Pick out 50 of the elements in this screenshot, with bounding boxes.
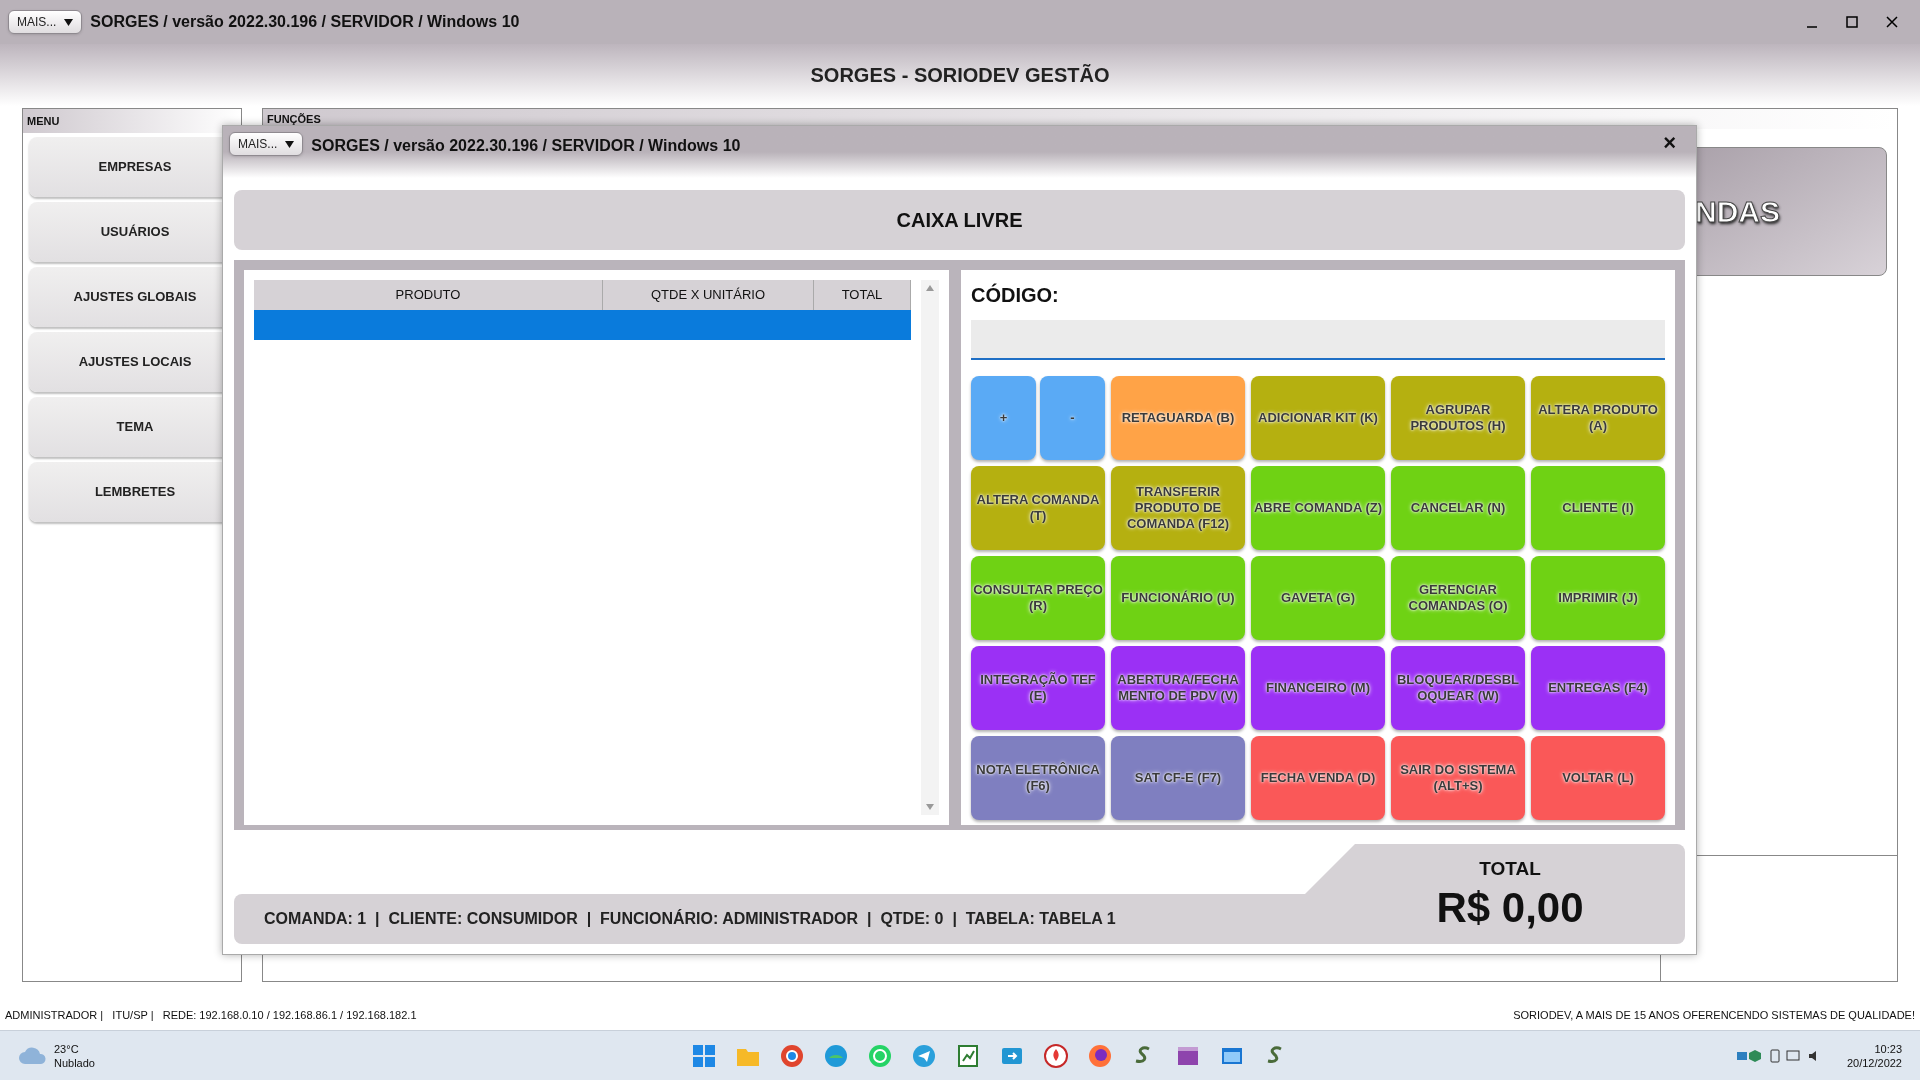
- more-dropdown-button[interactable]: MAIS...: [8, 10, 83, 34]
- scroll-up-icon[interactable]: [925, 284, 935, 292]
- action-button[interactable]: CLIENTE (I): [1531, 466, 1665, 550]
- action-button[interactable]: VOLTAR (L): [1531, 736, 1665, 820]
- action-button[interactable]: GAVETA (G): [1251, 556, 1385, 640]
- total-value: R$ 0,00: [1436, 883, 1584, 934]
- maximize-icon[interactable]: [1846, 16, 1858, 28]
- paper-plane-icon[interactable]: [911, 1042, 937, 1069]
- caret-down-icon: [64, 18, 74, 26]
- code-input-field[interactable]: [971, 320, 1665, 360]
- function-card-label: NDAS: [1695, 194, 1780, 230]
- status-text: ADMINISTRADOR | ITU/SP | REDE: 192.168.0.10 / 192.168.86.1 / 192.168.182.1: [5, 1007, 417, 1023]
- clock-date: 20/12/2022: [1846, 1055, 1902, 1070]
- cloud-icon: [18, 1045, 46, 1066]
- action-button[interactable]: +: [971, 376, 1036, 460]
- app-title: SORGES - SORIODEV GESTÃO: [810, 63, 1110, 88]
- status-heading: CAIXA LIVRE: [896, 208, 1023, 233]
- action-button[interactable]: ADICIONAR KIT (K): [1251, 376, 1385, 460]
- action-button[interactable]: RETAGUARDA (B): [1111, 376, 1245, 460]
- temperature-text: 23°C: [54, 1041, 80, 1056]
- close-icon[interactable]: [1886, 16, 1898, 28]
- action-button[interactable]: CONSULTAR PREÇO (R): [971, 556, 1105, 640]
- window-title: SORGES / versão 2022.30.196 / SERVIDOR / Windows 10: [90, 12, 520, 32]
- action-button[interactable]: CANCELAR (N): [1391, 466, 1525, 550]
- action-button[interactable]: FECHA VENDA (D): [1251, 736, 1385, 820]
- action-button[interactable]: GERENCIAR COMANDAS (O): [1391, 556, 1525, 640]
- slogan-text: SORIODEV, A MAIS DE 15 ANOS OFERENCENDO SISTEMAS DE QUALIDADE!: [1513, 1007, 1915, 1023]
- action-button[interactable]: ABRE COMANDA (Z): [1251, 466, 1385, 550]
- action-button[interactable]: TRANSFERIR PRODUTO DE COMANDA (F12): [1111, 466, 1245, 550]
- action-button[interactable]: SAT CF-E (F7): [1111, 736, 1245, 820]
- spreadsheet-icon[interactable]: [955, 1042, 981, 1069]
- action-button[interactable]: IMPRIMIR (J): [1531, 556, 1665, 640]
- action-button[interactable]: AGRUPAR PRODUTOS (H): [1391, 376, 1525, 460]
- action-button[interactable]: NOTA ELETRÔNICA (F6): [971, 736, 1105, 820]
- action-button[interactable]: SAIR DO SISTEMA (ALT+S): [1391, 736, 1525, 820]
- code-label: CÓDIGO:: [971, 282, 1060, 308]
- start-icon[interactable]: [691, 1042, 717, 1069]
- dialog-title: SORGES / versão 2022.30.196 / SERVIDOR / Windows 10: [311, 136, 741, 156]
- action-button[interactable]: -: [1040, 376, 1105, 460]
- total-label: TOTAL: [1479, 856, 1541, 881]
- clock-time: 10:23: [1874, 1041, 1902, 1056]
- action-button[interactable]: FUNCIONÁRIO (U): [1111, 556, 1245, 640]
- caret-down-icon: [285, 140, 295, 148]
- more-dropdown-button[interactable]: MAIS...: [229, 132, 304, 156]
- action-button[interactable]: ALTERA PRODUTO (A): [1531, 376, 1665, 460]
- info-text: COMANDA: 1 | CLIENTE: CONSUMIDOR | FUNCIONÁRIO: ADMINISTRADOR | QTDE: 0 | TABELA: TABELA 1: [264, 908, 1116, 929]
- action-button[interactable]: ALTERA COMANDA (T): [971, 466, 1105, 550]
- scroll-down-icon[interactable]: [925, 803, 935, 811]
- scrollbar[interactable]: [921, 280, 939, 815]
- weather-text: Nublado: [54, 1055, 95, 1070]
